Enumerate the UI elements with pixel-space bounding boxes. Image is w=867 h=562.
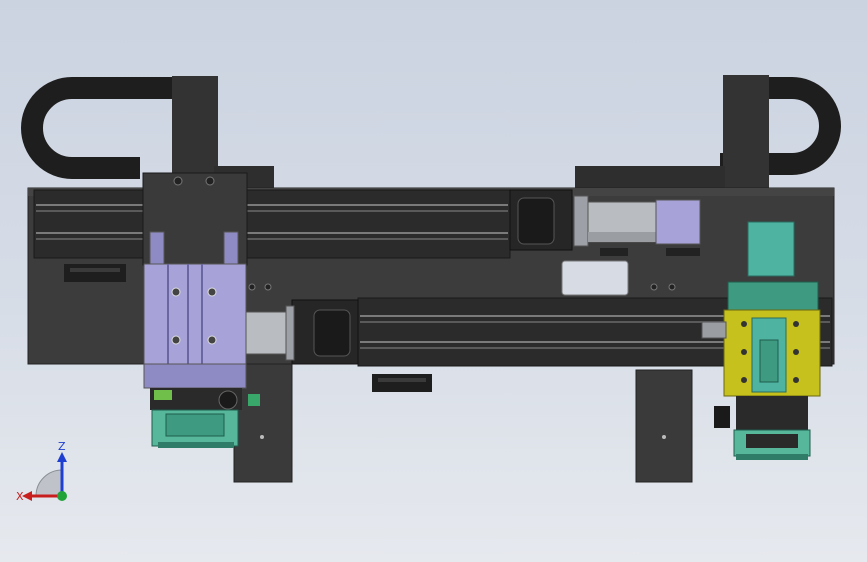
gripper-bolt [741, 349, 747, 355]
cylinder-bolt [171, 287, 181, 297]
right-gripper-jaw-inner [746, 434, 798, 448]
cylinder-bolt [207, 335, 217, 345]
x-axis-label: X [16, 490, 24, 503]
frame-hole [248, 283, 256, 291]
left-upright-post [172, 76, 218, 176]
cylinder-base [143, 363, 247, 389]
gripper-bolt [741, 377, 747, 383]
left-leg-hole [260, 435, 264, 439]
gripper-bolt [793, 349, 799, 355]
upper-connector-strip-2 [666, 248, 700, 256]
coordinate-triad: Z X [16, 440, 67, 503]
left-gripper-base [158, 442, 234, 448]
cylinder-bolt [207, 287, 217, 297]
left-gripper-sensor-tab [248, 394, 260, 406]
upper-motor-flange [573, 195, 589, 247]
left-gripper-sensor [218, 390, 238, 410]
frame-hole [264, 283, 272, 291]
upper-motor-encoder [655, 199, 701, 245]
left-gripper-green-detail [154, 390, 172, 400]
lower-motor-flange [285, 305, 295, 361]
z-axis-arrowhead [57, 452, 67, 462]
guide-rod-left [149, 231, 165, 267]
upper-right-block [575, 166, 725, 188]
triad-origin [57, 491, 67, 501]
upper-linear-module [33, 189, 511, 259]
right-support-leg [635, 369, 693, 483]
gripper-bolt [793, 321, 799, 327]
right-gripper-piston [759, 339, 779, 383]
right-leg-hole [662, 435, 666, 439]
gripper-bolt [793, 377, 799, 383]
right-side-tab [701, 321, 727, 339]
left-cable-chain [21, 77, 175, 179]
right-gripper-base [736, 454, 808, 460]
carriage-bolt [173, 176, 183, 186]
z-axis-label: Z [58, 440, 66, 453]
lower-coupling [313, 309, 351, 357]
terminal-block-left-detail [70, 268, 120, 272]
terminal-block-lower [372, 374, 432, 392]
frame-hole [650, 283, 658, 291]
guide-rod-right [223, 231, 239, 267]
right-gripper-lower [736, 396, 808, 430]
gripper-bolt [741, 321, 747, 327]
terminal-block-left [64, 264, 126, 282]
terminal-block-lower-detail [378, 378, 426, 382]
pneumatic-cylinder-block [143, 263, 247, 365]
left-gripper-jaw-inner [165, 413, 225, 437]
right-upright-post [723, 75, 769, 195]
right-teal-block [747, 221, 795, 277]
carriage-bolt [205, 176, 215, 186]
upper-connector-strip [600, 248, 628, 256]
cylinder-bolt [171, 335, 181, 345]
frame-hole [668, 283, 676, 291]
upper-motor-body-shade [588, 232, 658, 242]
right-teal-mount [727, 281, 819, 311]
upper-coupling [517, 197, 555, 245]
right-gripper-sensor [714, 406, 730, 428]
cad-viewport[interactable] [0, 0, 867, 562]
frame-cutout-window [561, 260, 629, 296]
lower-motor-body [245, 311, 291, 355]
triad-rotation-arc [35, 469, 63, 497]
